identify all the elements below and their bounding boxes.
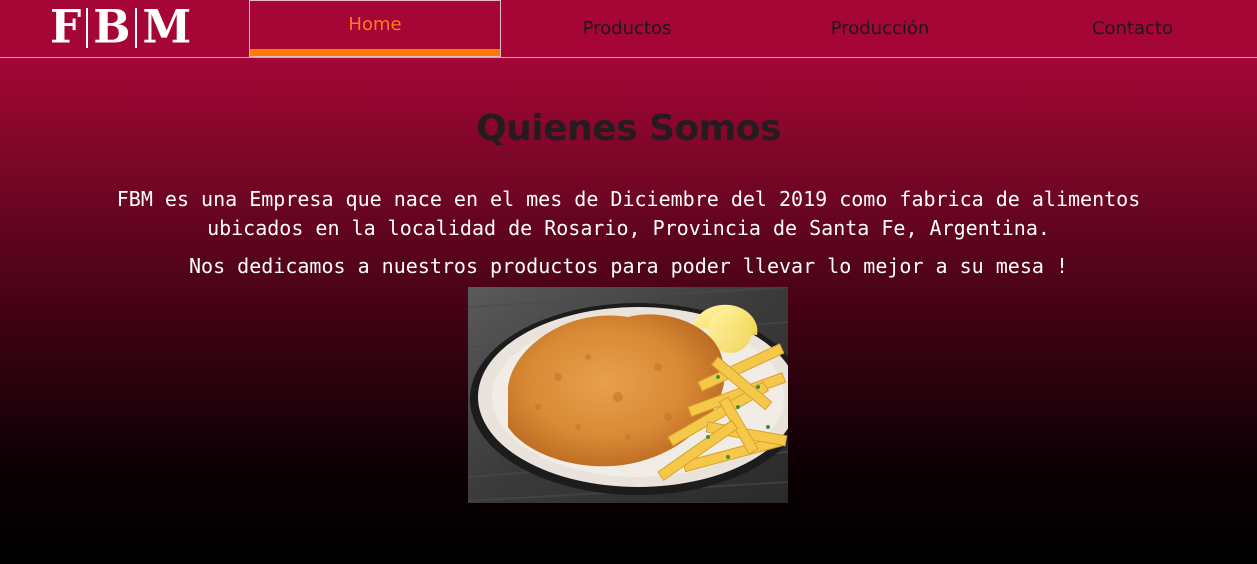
page-title: Quienes Somos bbox=[476, 108, 781, 149]
intro-paragraph: FBM es una Empresa que nace en el mes de… bbox=[116, 187, 1141, 240]
logo-letter-f: F bbox=[50, 0, 82, 55]
mission-paragraph: Nos dedicamos a nuestros productos para … bbox=[189, 254, 1068, 278]
milanesa-photo bbox=[468, 287, 788, 503]
active-indicator bbox=[250, 49, 500, 56]
nav-item-label: Producción bbox=[830, 18, 930, 39]
fbm-logo[interactable]: F B M bbox=[50, 0, 192, 55]
nav-item-label: Home bbox=[348, 14, 402, 35]
nav-item-productos[interactable]: Productos bbox=[502, 0, 752, 57]
logo-letter-b: B bbox=[93, 0, 131, 55]
nav-item-label: Productos bbox=[582, 18, 672, 39]
nav-item-produccion[interactable]: Producción bbox=[755, 0, 1005, 57]
logo-divider bbox=[135, 8, 138, 48]
logo-letter-m: M bbox=[142, 0, 192, 55]
logo-divider bbox=[86, 8, 89, 48]
nav-item-label: Contacto bbox=[1091, 18, 1174, 39]
nav-item-contacto[interactable]: Contacto bbox=[1008, 0, 1257, 57]
nav-item-home[interactable]: Home bbox=[249, 0, 501, 57]
navbar: F B M Home Productos Producción Contacto bbox=[0, 0, 1257, 58]
